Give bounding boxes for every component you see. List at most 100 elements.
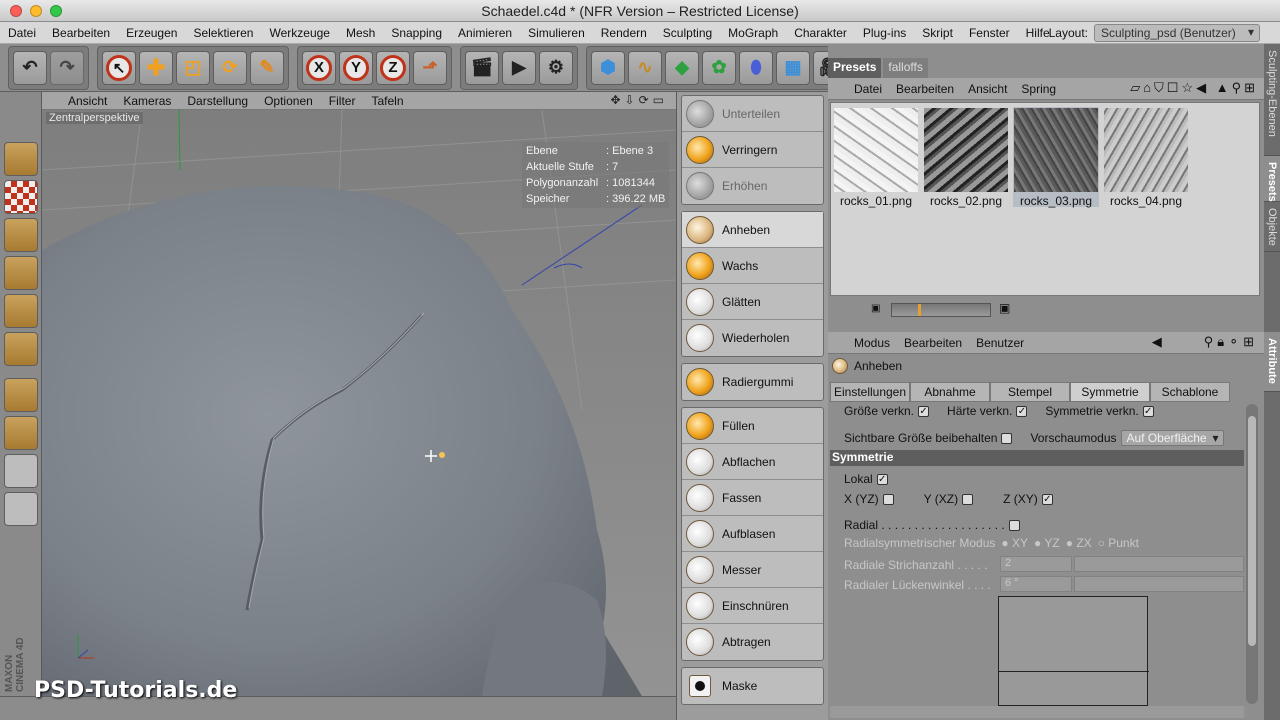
radio-punkt[interactable]: ○ Punkt xyxy=(1098,536,1139,550)
vp-menu-tafeln[interactable]: Tafeln xyxy=(371,94,403,108)
tab-einstellungen[interactable]: Einstellungen xyxy=(830,382,910,402)
menu-bearbeiten[interactable]: Bearbeiten xyxy=(44,26,118,40)
keep-size-checkbox[interactable] xyxy=(1001,432,1013,444)
symmetry-link-checkbox[interactable]: ✓ xyxy=(1142,405,1154,417)
sculpt-brush-button[interactable]: ✎ xyxy=(250,50,284,85)
tool-aufblasen[interactable]: Aufblasen xyxy=(682,516,823,552)
hardness-link-checkbox[interactable]: ✓ xyxy=(1016,405,1028,417)
x-axis-button[interactable]: X xyxy=(302,50,336,85)
render-view-button[interactable]: 🎬︎ xyxy=(465,50,499,85)
attributes-toolbar-icons[interactable]: ◀ ⚲🔒︎⚬⊞ xyxy=(1152,334,1258,350)
radio-xy[interactable]: ● XY xyxy=(1001,536,1028,550)
tab-stempel[interactable]: Stempel xyxy=(990,382,1070,402)
tab-symmetrie[interactable]: Symmetrie xyxy=(1070,382,1150,402)
gap-field[interactable]: 6 ° xyxy=(1000,576,1072,592)
presets-menu-ansicht[interactable]: Ansicht xyxy=(968,82,1007,96)
edges-mode-button[interactable] xyxy=(4,294,38,328)
z-axis-button[interactable]: Z xyxy=(376,50,410,85)
spline-button[interactable]: ∿ xyxy=(628,50,662,85)
tab-abnahme[interactable]: Abnahme xyxy=(910,382,990,402)
side-tab-objekte[interactable]: Objekte xyxy=(1264,202,1280,252)
zoom-window-button[interactable] xyxy=(50,5,62,17)
tool-erhoehen[interactable]: Erhöhen xyxy=(682,168,823,204)
snap-button[interactable] xyxy=(4,492,38,526)
radial-checkbox[interactable] xyxy=(1008,519,1020,531)
side-tab-attribute[interactable]: Attribute xyxy=(1264,332,1280,392)
size-link-checkbox[interactable]: ✓ xyxy=(918,405,930,417)
environment-button[interactable]: ▦ xyxy=(776,50,810,85)
model-mode-button[interactable] xyxy=(4,142,38,176)
close-window-button[interactable] xyxy=(10,5,22,17)
menu-animieren[interactable]: Animieren xyxy=(450,26,520,40)
menu-plugins[interactable]: Plug-ins xyxy=(855,26,914,40)
menu-rendern[interactable]: Rendern xyxy=(593,26,655,40)
radio-yz[interactable]: ● YZ xyxy=(1034,536,1060,550)
subdivision-button[interactable]: ◆ xyxy=(665,50,699,85)
menu-sculpting[interactable]: Sculpting xyxy=(655,26,720,40)
z-axis-checkbox[interactable]: ✓ xyxy=(1041,493,1053,505)
layout-dropdown[interactable]: Sculpting_psd (Benutzer) xyxy=(1094,24,1260,42)
vp-menu-filter[interactable]: Filter xyxy=(329,94,356,108)
presets-toolbar-icons[interactable]: ▱⌂⛉☐☆◀ ▲⚲⊞ xyxy=(1130,80,1258,96)
deformer-button[interactable]: ⬮ xyxy=(739,50,773,85)
attr-menu-benutzer[interactable]: Benutzer xyxy=(976,336,1024,350)
workplane-button[interactable] xyxy=(4,218,38,252)
tab-presets[interactable]: Presets xyxy=(828,58,882,78)
menu-datei[interactable]: Datei xyxy=(0,26,44,40)
tool-fuellen[interactable]: Füllen xyxy=(682,408,823,444)
menu-erzeugen[interactable]: Erzeugen xyxy=(118,26,185,40)
texture-mode-button[interactable] xyxy=(4,180,38,214)
tab-schablone[interactable]: Schablone xyxy=(1150,382,1230,402)
attr-menu-bearbeiten[interactable]: Bearbeiten xyxy=(904,336,962,350)
redo-button[interactable]: ↷ xyxy=(50,50,84,85)
y-axis-checkbox[interactable] xyxy=(962,493,974,505)
tool-wiederholen[interactable]: Wiederholen xyxy=(682,320,823,356)
menu-simulieren[interactable]: Simulieren xyxy=(520,26,593,40)
radio-zx[interactable]: ● ZX xyxy=(1066,536,1092,550)
menu-werkzeuge[interactable]: Werkzeuge xyxy=(261,26,337,40)
attr-menu-modus[interactable]: Modus xyxy=(854,336,890,350)
tool-fassen[interactable]: Fassen xyxy=(682,480,823,516)
side-tab-presets[interactable]: Presets xyxy=(1264,156,1280,202)
preview-mode-dropdown[interactable]: Auf Oberfläche xyxy=(1120,430,1224,446)
menu-mesh[interactable]: Mesh xyxy=(338,26,383,40)
select-tool-button[interactable]: ↖ xyxy=(102,50,136,85)
presets-menu-spring[interactable]: Spring xyxy=(1021,82,1056,96)
falloff-graph[interactable] xyxy=(998,596,1149,706)
undo-button[interactable]: ↶ xyxy=(13,50,47,85)
menu-fenster[interactable]: Fenster xyxy=(961,26,1018,40)
scale-tool-button[interactable]: ◰ xyxy=(176,50,210,85)
menu-snapping[interactable]: Snapping xyxy=(383,26,450,40)
preset-thumb[interactable]: rocks_04.png xyxy=(1103,107,1189,208)
mograph-button[interactable]: ✿ xyxy=(702,50,736,85)
move-tool-button[interactable]: ✚ xyxy=(139,50,173,85)
cube-button[interactable]: ⬢ xyxy=(591,50,625,85)
local-checkbox[interactable]: ✓ xyxy=(876,473,888,485)
tool-abtragen[interactable]: Abtragen xyxy=(682,624,823,660)
minimize-window-button[interactable] xyxy=(30,5,42,17)
tool-verringern[interactable]: Verringern xyxy=(682,132,823,168)
menu-selektieren[interactable]: Selektieren xyxy=(185,26,261,40)
tab-falloffs[interactable]: falloffs xyxy=(883,58,928,78)
presets-menu-bearbeiten[interactable]: Bearbeiten xyxy=(896,82,954,96)
attributes-scrollbar[interactable] xyxy=(1246,404,1258,704)
tool-anheben[interactable]: Anheben xyxy=(682,212,823,248)
grid-lock-button[interactable] xyxy=(4,454,38,488)
attributes-hscrollbar[interactable] xyxy=(830,706,1244,718)
coordinate-system-button[interactable]: ⬏ xyxy=(413,50,447,85)
thumbnail-size-slider[interactable] xyxy=(891,303,991,317)
viewport-nav-icons[interactable]: ✥⇩⟳▭ xyxy=(610,93,668,107)
polygons-mode-button[interactable] xyxy=(4,332,38,366)
y-axis-button[interactable]: Y xyxy=(339,50,373,85)
vp-menu-darstellung[interactable]: Darstellung xyxy=(187,94,248,108)
menu-skript[interactable]: Skript xyxy=(914,26,961,40)
preset-thumb[interactable]: rocks_02.png xyxy=(923,107,1009,208)
gap-slider[interactable] xyxy=(1074,576,1244,592)
tool-wachs[interactable]: Wachs xyxy=(682,248,823,284)
tool-abflachen[interactable]: Abflachen xyxy=(682,444,823,480)
tool-unterteilen[interactable]: Unterteilen xyxy=(682,96,823,132)
strokes-field[interactable]: 2 xyxy=(1000,556,1072,572)
tool-einschnueren[interactable]: Einschnüren xyxy=(682,588,823,624)
vp-menu-kameras[interactable]: Kameras xyxy=(123,94,171,108)
presets-menu-datei[interactable]: Datei xyxy=(854,82,882,96)
